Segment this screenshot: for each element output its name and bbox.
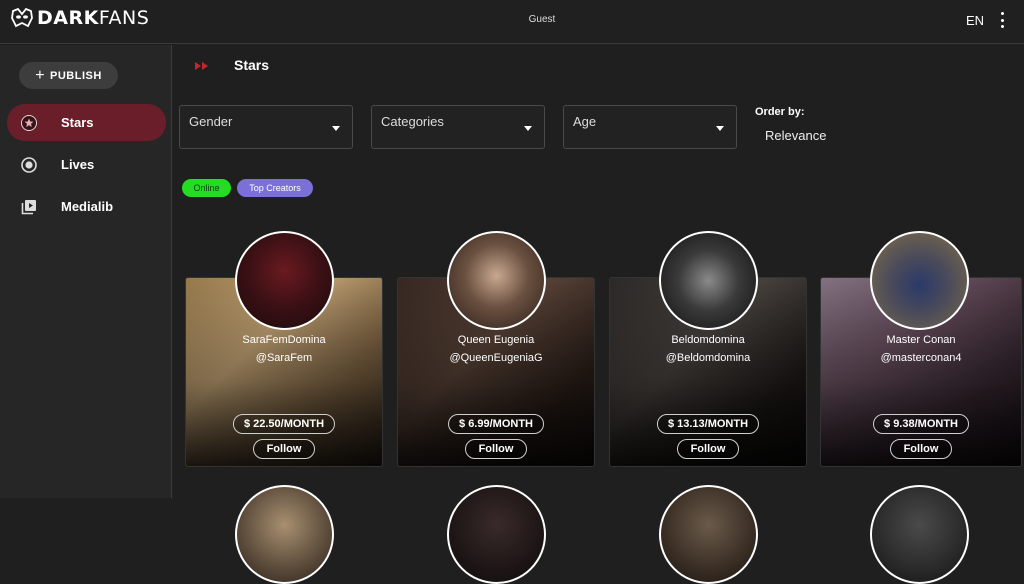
follow-button[interactable]: Follow — [677, 439, 739, 459]
creator-handle: @QueenEugeniaG — [449, 352, 543, 364]
language-selector[interactable]: EN — [966, 13, 984, 28]
age-select[interactable]: Age — [563, 105, 737, 149]
creator-name: Master Conan — [886, 334, 956, 346]
filter-chip-online[interactable]: Online — [182, 179, 231, 197]
creator-avatar[interactable] — [235, 485, 334, 584]
order-by-label: Order by: — [755, 106, 805, 118]
caret-down-icon — [332, 126, 340, 131]
creator-avatar[interactable] — [659, 231, 758, 330]
main-content: Stars Gender Categories Age Order by: Re… — [173, 45, 1024, 584]
subscription-price-button[interactable]: $ 9.38/MONTH — [873, 414, 969, 434]
sidebar-item-lives[interactable]: Lives — [7, 146, 166, 183]
creator-avatar[interactable] — [447, 485, 546, 584]
publish-button[interactable]: + PUBLISH — [19, 62, 118, 89]
sidebar-item-stars[interactable]: Stars — [7, 104, 166, 141]
user-label[interactable]: Guest — [0, 14, 1024, 25]
age-select-label: Age — [573, 114, 597, 129]
fast-forward-icon — [195, 62, 208, 70]
order-by-select[interactable]: Relevance — [765, 128, 826, 143]
creator-avatar[interactable] — [870, 231, 969, 330]
media-library-icon — [21, 200, 36, 215]
caret-down-icon — [716, 126, 724, 131]
subscription-price-button[interactable]: $ 6.99/MONTH — [448, 414, 544, 434]
sidebar-item-medialib[interactable]: Medialib — [7, 188, 166, 225]
gender-select[interactable]: Gender — [179, 105, 353, 149]
plus-icon: + — [35, 66, 46, 84]
sidebar: + PUBLISH Stars Lives Medialib — [0, 45, 172, 498]
categories-select[interactable]: Categories — [371, 105, 545, 149]
sidebar-item-label: Medialib — [61, 199, 114, 214]
radio-dot-icon — [21, 157, 37, 173]
page-title: Stars — [234, 57, 270, 73]
categories-select-label: Categories — [381, 114, 444, 129]
creator-avatar[interactable] — [870, 485, 969, 584]
creator-handle: @Beldomdomina — [665, 352, 751, 364]
sidebar-item-label: Lives — [61, 157, 95, 172]
subscription-price-button[interactable]: $ 13.13/MONTH — [656, 414, 760, 434]
follow-button[interactable]: Follow — [253, 439, 315, 459]
subscription-price-button[interactable]: $ 22.50/MONTH — [232, 414, 336, 434]
follow-button[interactable]: Follow — [465, 439, 527, 459]
more-menu-icon[interactable] — [999, 12, 1005, 28]
creator-avatar[interactable] — [447, 231, 546, 330]
gender-select-label: Gender — [189, 114, 233, 129]
sidebar-item-label: Stars — [61, 115, 94, 130]
creator-avatar[interactable] — [659, 485, 758, 584]
filter-chip-top-creators[interactable]: Top Creators — [237, 179, 313, 197]
publish-label: PUBLISH — [50, 69, 102, 82]
creator-name: Queen Eugenia — [457, 334, 535, 346]
creator-avatar[interactable] — [235, 231, 334, 330]
creator-handle: @masterconan4 — [880, 352, 962, 364]
caret-down-icon — [524, 126, 532, 131]
follow-button[interactable]: Follow — [890, 439, 952, 459]
star-circle-icon — [21, 115, 37, 131]
creator-name: Beldomdomina — [671, 334, 745, 346]
creator-handle: @SaraFem — [255, 352, 313, 364]
creator-name: SaraFemDomina — [242, 334, 326, 346]
top-bar: DARKFANS Guest EN — [0, 0, 1024, 44]
